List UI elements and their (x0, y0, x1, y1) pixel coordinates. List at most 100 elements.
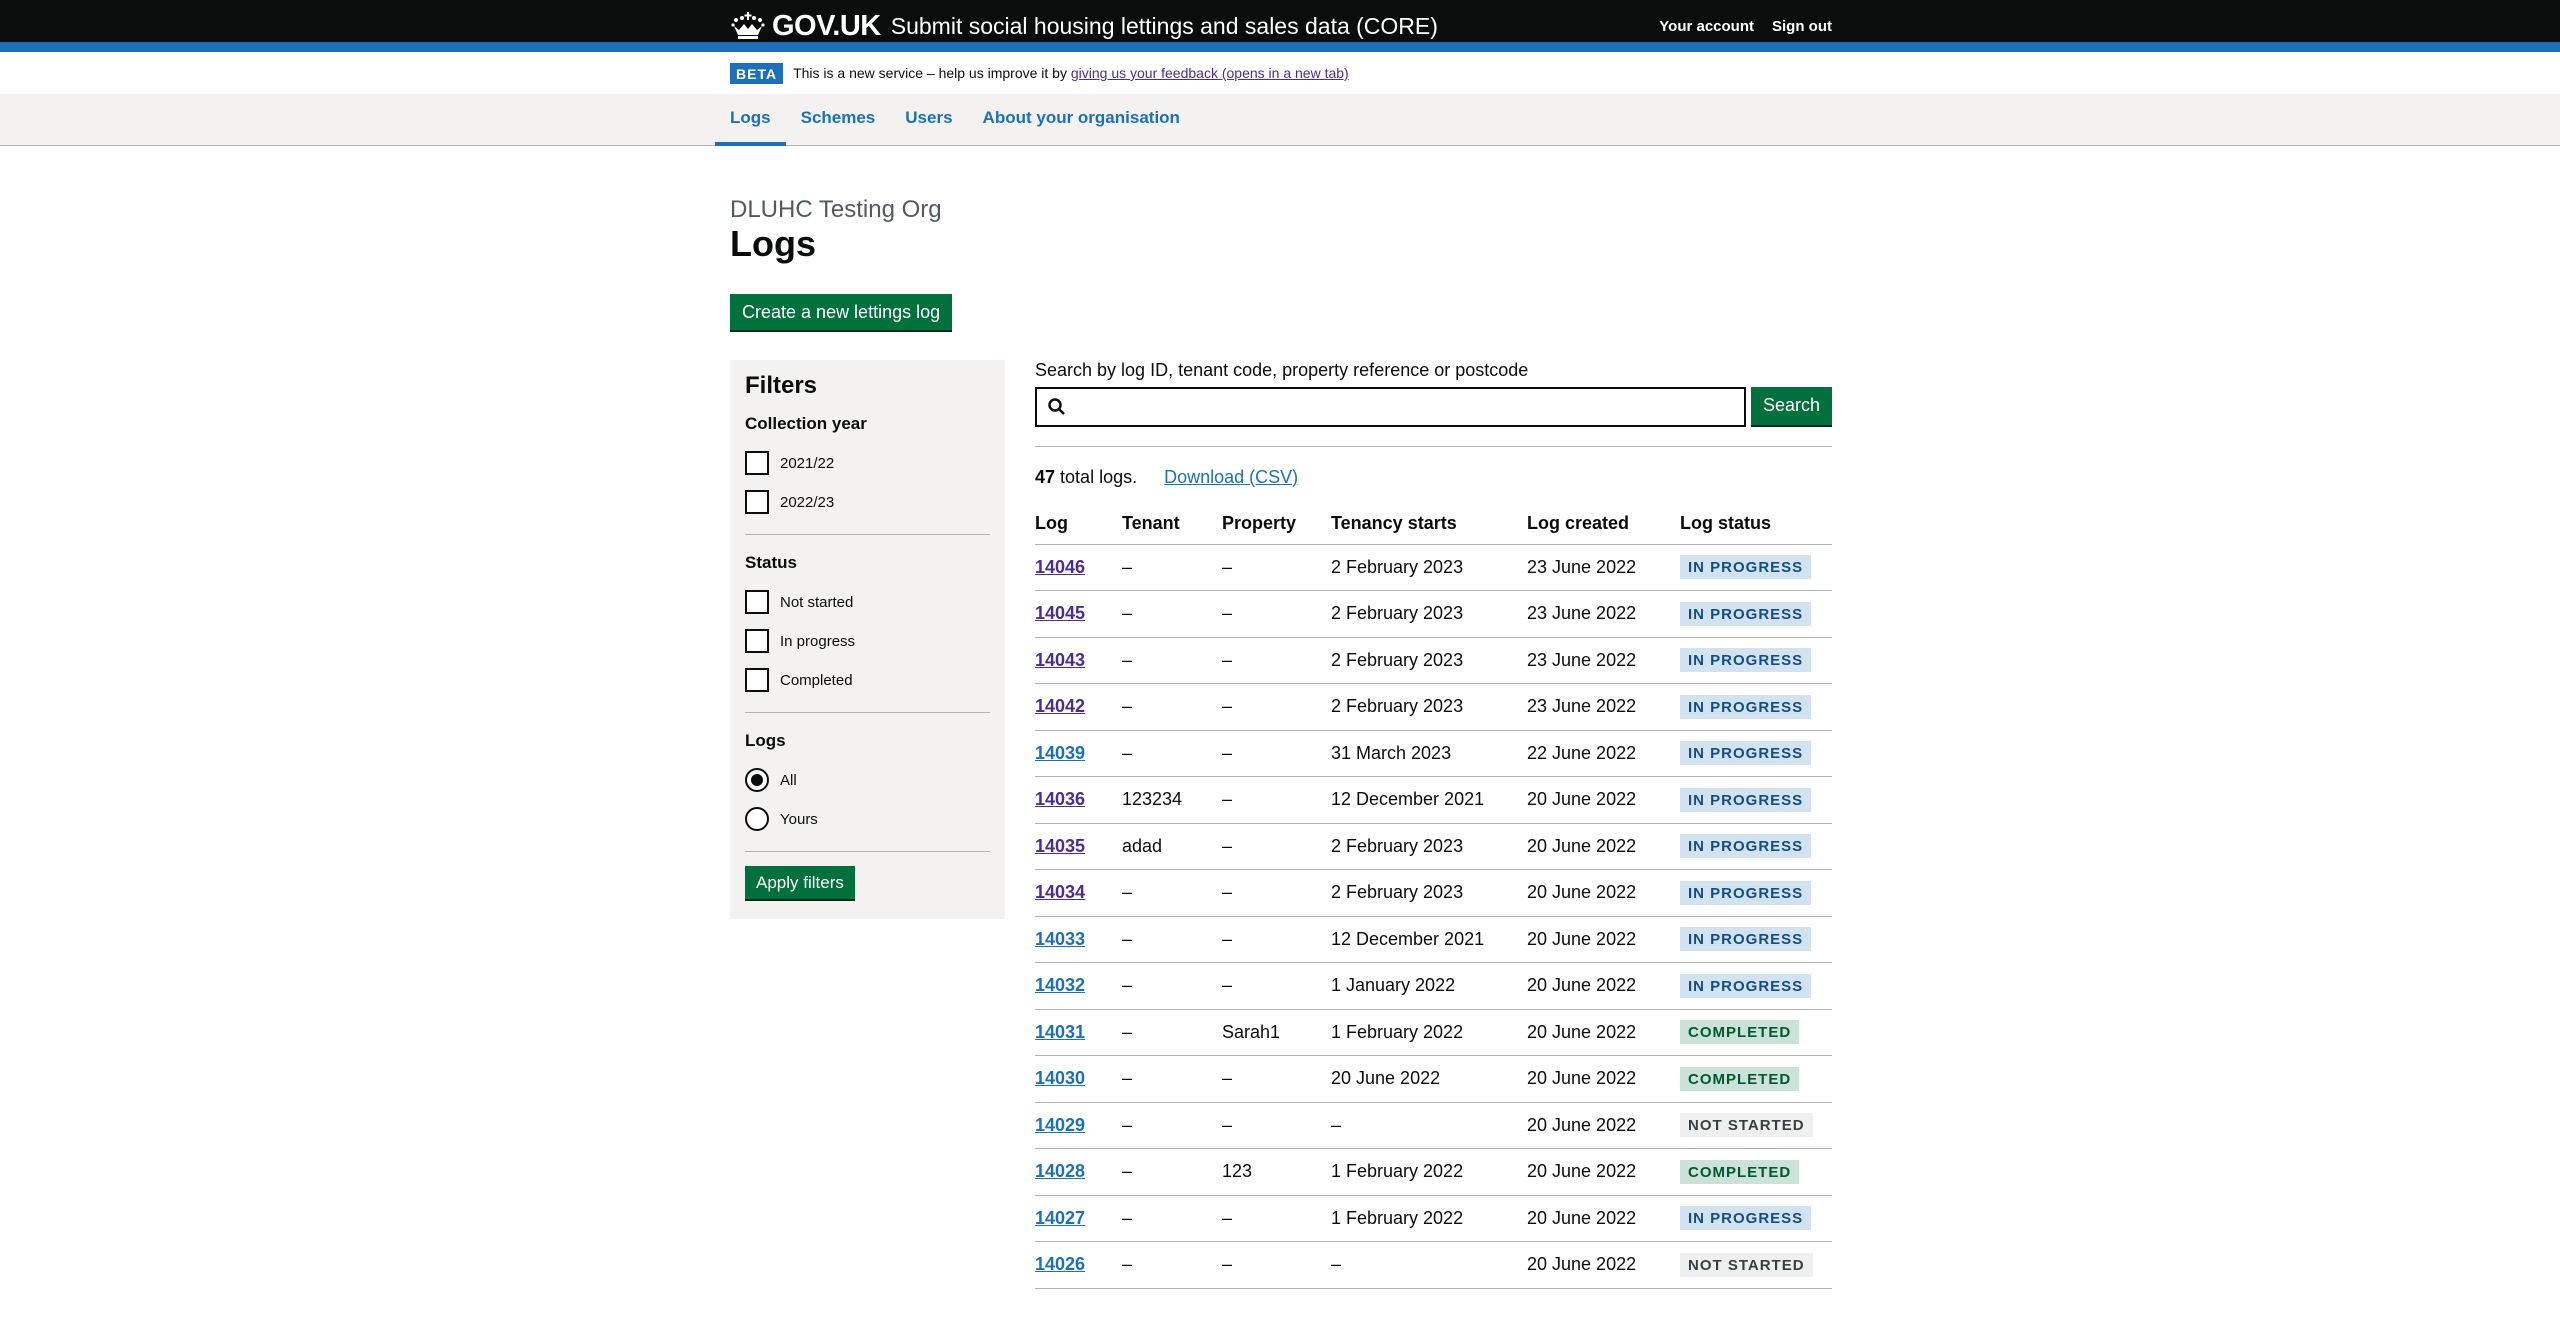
property-cell: – (1222, 1241, 1331, 1289)
tenancy-starts-cell: 2 February 2023 (1331, 823, 1527, 871)
log-link[interactable]: 14033 (1035, 929, 1085, 949)
collection-year-heading: Collection year (745, 413, 867, 433)
column-header-log-status: Log status (1680, 512, 1832, 545)
checkbox-label: Completed (780, 671, 853, 689)
log-link[interactable]: 14028 (1035, 1161, 1085, 1181)
divider (745, 711, 990, 713)
tenancy-starts-cell: 1 January 2022 (1331, 962, 1527, 1010)
log-link[interactable]: 14046 (1035, 557, 1085, 577)
status-badge: NOT STARTED (1680, 1252, 1813, 1277)
filter-logs-yours[interactable]: Yours (745, 800, 990, 839)
log-id-cell: 14033 (1035, 916, 1122, 964)
table-row: 14028 –123 1 February 2022 20 June 2022 COMP… (1035, 1148, 1832, 1196)
property-cell: – (1222, 1102, 1331, 1150)
log-link[interactable]: 14043 (1035, 650, 1085, 670)
tenant-cell: – (1122, 1102, 1222, 1150)
tenancy-starts-cell: 2 February 2023 (1331, 683, 1527, 731)
download-csv-link[interactable]: Download (CSV) (1164, 467, 1298, 487)
log-id-cell: 14035 (1035, 823, 1122, 871)
log-link[interactable]: 14030 (1035, 1068, 1085, 1088)
log-link[interactable]: 14032 (1035, 975, 1085, 995)
radio-label: All (780, 771, 797, 789)
nav-logs[interactable]: Logs (715, 94, 786, 146)
main-content: DLUHC Testing Org Logs Create a new lett… (730, 146, 1832, 1289)
nav-about-organisation[interactable]: About your organisation (968, 94, 1195, 146)
checkbox[interactable] (745, 490, 769, 515)
search-input[interactable] (1035, 386, 1746, 427)
create-lettings-log-button[interactable]: Create a new lettings log (730, 293, 953, 330)
property-cell: – (1222, 916, 1331, 964)
status-badge: COMPLETED (1680, 1159, 1800, 1184)
logs-table: Log Tenant Property Tenancy starts Log c… (1035, 512, 1832, 1289)
checkbox[interactable] (745, 668, 769, 693)
log-status-cell: NOT STARTED (1680, 1102, 1832, 1150)
log-link[interactable]: 14045 (1035, 603, 1085, 623)
filter-logs-all[interactable]: All (745, 761, 990, 800)
feedback-link[interactable]: giving us your feedback (opens in a new … (1071, 65, 1349, 81)
your-account-link[interactable]: Your account (1659, 18, 1754, 35)
log-link[interactable]: 14026 (1035, 1254, 1085, 1274)
sign-out-link[interactable]: Sign out (1772, 18, 1832, 35)
header-nav: Your account Sign out (1659, 18, 1832, 35)
table-row: 14046– –2 February 2023 23 June 2022 IN PRO… (1035, 544, 1832, 592)
apply-filters-button[interactable]: Apply filters (745, 865, 855, 899)
filter-status-not-started[interactable]: Not started (745, 583, 990, 622)
checkbox-label: In progress (780, 632, 856, 650)
phase-banner-text: This is a new service – help us improve … (793, 65, 1067, 81)
status-badge: NOT STARTED (1680, 1113, 1813, 1138)
log-created-cell: 20 June 2022 (1527, 1055, 1680, 1103)
log-status-cell: IN PROGRESS (1680, 637, 1832, 685)
log-link[interactable]: 14027 (1035, 1208, 1085, 1228)
filter-year-2021-22[interactable]: 2021/22 (745, 444, 990, 483)
log-status-cell: IN PROGRESS (1680, 962, 1832, 1010)
log-link[interactable]: 14034 (1035, 882, 1085, 902)
search-button[interactable]: Search (1750, 386, 1832, 425)
govuk-logo-link[interactable]: GOV.UK (772, 10, 881, 43)
checkbox[interactable] (745, 590, 769, 615)
radio-label: Yours (780, 810, 818, 828)
service-name[interactable]: Submit social housing lettings and sales… (891, 13, 1438, 40)
status-badge: IN PROGRESS (1680, 741, 1812, 766)
checkbox[interactable] (745, 629, 769, 654)
filter-status-completed[interactable]: Completed (745, 661, 990, 700)
table-row: 14034– –2 February 2023 20 June 2022 IN PRO… (1035, 869, 1832, 917)
status-badge: IN PROGRESS (1680, 834, 1812, 859)
log-link[interactable]: 14036 (1035, 789, 1085, 809)
log-created-cell: 20 June 2022 (1527, 1241, 1680, 1289)
tenant-cell: – (1122, 1195, 1222, 1243)
log-status-cell: COMPLETED (1680, 1055, 1832, 1103)
radio-button[interactable] (745, 807, 769, 832)
nav-schemes[interactable]: Schemes (786, 94, 891, 146)
log-link[interactable]: 14042 (1035, 696, 1085, 716)
filter-year-2022-23[interactable]: 2022/23 (745, 483, 990, 522)
table-row: 14043– –2 February 2023 23 June 2022 IN PRO… (1035, 637, 1832, 685)
tenancy-starts-cell: 20 June 2022 (1331, 1055, 1527, 1103)
tenancy-starts-cell: 2 February 2023 (1331, 544, 1527, 592)
tenant-cell: – (1122, 962, 1222, 1010)
search-icon (1048, 397, 1065, 415)
log-id-cell: 14031 (1035, 1009, 1122, 1057)
nav-users[interactable]: Users (890, 94, 967, 146)
property-cell: – (1222, 776, 1331, 824)
log-id-cell: 14027 (1035, 1195, 1122, 1243)
property-cell: – (1222, 962, 1331, 1010)
log-created-cell: 20 June 2022 (1527, 776, 1680, 824)
log-link[interactable]: 14039 (1035, 743, 1085, 763)
table-row: 14032– –1 January 2022 20 June 2022 IN PROG… (1035, 962, 1832, 1010)
column-header-property: Property (1222, 512, 1331, 545)
tenant-cell: adad (1122, 823, 1222, 871)
tenancy-starts-cell: – (1331, 1241, 1527, 1289)
tenant-cell: – (1122, 1241, 1222, 1289)
organisation-caption: DLUHC Testing Org (730, 196, 942, 223)
log-link[interactable]: 14035 (1035, 836, 1085, 856)
table-row: 14030– –20 June 2022 20 June 2022 COMPLETED (1035, 1055, 1832, 1103)
status-badge: IN PROGRESS (1680, 787, 1812, 812)
log-link[interactable]: 14031 (1035, 1022, 1085, 1042)
property-cell: – (1222, 730, 1331, 778)
checkbox[interactable] (745, 451, 769, 476)
log-link[interactable]: 14029 (1035, 1115, 1085, 1135)
table-row: 14042– –2 February 2023 23 June 2022 IN PRO… (1035, 683, 1832, 731)
radio-button[interactable] (745, 768, 769, 793)
filter-status-in-progress[interactable]: In progress (745, 622, 990, 661)
column-header-tenancy-starts: Tenancy starts (1331, 512, 1527, 545)
